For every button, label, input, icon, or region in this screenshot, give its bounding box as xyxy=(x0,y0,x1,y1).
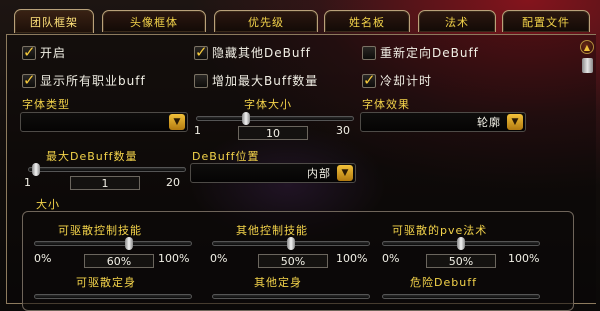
checkbox-box[interactable] xyxy=(194,73,208,88)
font-effect-label: 字体效果 xyxy=(362,98,410,111)
checkbox-box[interactable]: ✓ xyxy=(362,70,376,89)
scrollbar[interactable]: ▲ xyxy=(580,36,596,298)
max-debuff-value[interactable]: 1 xyxy=(70,176,140,190)
dropdown-arrow-icon[interactable]: ▼ xyxy=(337,165,353,181)
font-effect-dropdown[interactable]: 轮廓 ▼ xyxy=(360,112,526,132)
size-slider-other-root[interactable] xyxy=(212,290,370,304)
size-slider-label: 可驱散的pve法术 xyxy=(392,224,488,237)
slider-max: 100% xyxy=(508,252,540,265)
tab-label: 姓名板 xyxy=(349,15,385,29)
checkbox-label: 冷却计时 xyxy=(380,74,433,88)
size-slider-label: 危险Debuff xyxy=(410,276,477,289)
max-debuff-slider[interactable] xyxy=(28,163,186,177)
slider-track xyxy=(382,294,540,299)
checkbox-box[interactable] xyxy=(362,45,376,60)
slider-min: 0% xyxy=(34,252,52,265)
dropdown-value: 轮廓 xyxy=(477,116,501,129)
slider-track xyxy=(28,167,186,172)
slider-value[interactable]: 60% xyxy=(84,254,154,268)
scroll-up-icon[interactable]: ▲ xyxy=(580,40,594,54)
max-debuff-max: 20 xyxy=(166,176,180,189)
slider-track xyxy=(212,294,370,299)
slider-max: 100% xyxy=(336,252,368,265)
dropdown-arrow-icon[interactable]: ▼ xyxy=(507,114,523,130)
size-slider-label: 其他控制技能 xyxy=(236,224,308,237)
size-slider-label: 可驱散定身 xyxy=(76,276,136,289)
checkbox-label: 显示所有职业buff xyxy=(40,74,146,88)
size-slider-label: 可驱散控制技能 xyxy=(58,224,142,237)
font-size-max: 30 xyxy=(336,124,350,137)
checkbox-box[interactable]: ✓ xyxy=(194,42,208,61)
size-slider-dispellable-root[interactable] xyxy=(34,290,192,304)
checkmark-icon: ✓ xyxy=(23,42,36,61)
slider-track xyxy=(34,241,192,246)
tab-label: 配置文件 xyxy=(522,15,570,29)
slider-thumb[interactable] xyxy=(287,237,295,250)
checkbox-label: 开启 xyxy=(40,46,67,60)
slider-thumb[interactable] xyxy=(457,237,465,250)
checkbox-label: 隐藏其他DeBuff xyxy=(212,46,311,60)
checkbox-label: 重新定向DeBuff xyxy=(380,46,479,60)
size-slider-dispellable-cc[interactable] xyxy=(34,237,192,251)
scroll-thumb[interactable] xyxy=(582,58,593,73)
checkbox-enable[interactable]: ✓ 开启 xyxy=(22,42,67,61)
font-size-value[interactable]: 10 xyxy=(238,126,308,140)
slider-min: 0% xyxy=(210,252,228,265)
tab-raid-frames[interactable]: 团队框架 xyxy=(14,9,94,33)
dropdown-value: 内部 xyxy=(307,167,331,180)
size-slider-dispellable-pve[interactable] xyxy=(382,237,540,251)
font-size-label: 字体大小 xyxy=(244,98,292,111)
slider-track xyxy=(196,116,354,121)
checkbox-box[interactable]: ✓ xyxy=(22,42,36,61)
checkbox-label: 增加最大Buff数量 xyxy=(212,74,319,88)
tab-label: 头像框体 xyxy=(130,15,178,29)
slider-value[interactable]: 50% xyxy=(426,254,496,268)
slider-track xyxy=(34,294,192,299)
slider-min: 0% xyxy=(382,252,400,265)
tab-priority[interactable]: 优先级 xyxy=(214,10,318,32)
dropdown-arrow-icon[interactable]: ▼ xyxy=(169,114,185,130)
size-slider-label: 其他定身 xyxy=(254,276,302,289)
max-debuff-label: 最大DeBuff数量 xyxy=(46,150,138,163)
tab-label: 法术 xyxy=(445,15,469,29)
tab-unit-frames[interactable]: 头像框体 xyxy=(102,10,206,32)
slider-thumb[interactable] xyxy=(32,163,40,176)
tab-spells[interactable]: 法术 xyxy=(418,10,496,32)
checkbox-box[interactable]: ✓ xyxy=(22,70,36,89)
size-slider-dangerous-debuff[interactable] xyxy=(382,290,540,304)
tab-bar: 团队框架 头像框体 优先级 姓名板 法术 配置文件 xyxy=(6,9,598,34)
tab-nameplates[interactable]: 姓名板 xyxy=(324,10,410,32)
size-section-label: 大小 xyxy=(36,198,60,211)
slider-thumb[interactable] xyxy=(242,112,250,125)
checkmark-icon: ✓ xyxy=(23,70,36,89)
tab-profiles[interactable]: 配置文件 xyxy=(502,10,590,32)
debuff-position-label: DeBuff位置 xyxy=(192,150,260,163)
size-slider-other-cc[interactable] xyxy=(212,237,370,251)
checkbox-show-all-class-buffs[interactable]: ✓ 显示所有职业buff xyxy=(22,70,146,89)
checkbox-redirect-debuff[interactable]: 重新定向DeBuff xyxy=(362,44,479,61)
slider-thumb[interactable] xyxy=(125,237,133,250)
font-size-min: 1 xyxy=(194,124,201,137)
checkbox-increase-max-buff[interactable]: 增加最大Buff数量 xyxy=(194,72,318,89)
checkbox-hide-other-debuff[interactable]: ✓ 隐藏其他DeBuff xyxy=(194,42,311,61)
checkmark-icon: ✓ xyxy=(195,42,208,61)
font-type-label: 字体类型 xyxy=(22,98,70,111)
debuff-position-dropdown[interactable]: 内部 ▼ xyxy=(190,163,356,183)
checkmark-icon: ✓ xyxy=(363,70,376,89)
max-debuff-min: 1 xyxy=(24,176,31,189)
font-type-dropdown[interactable]: ▼ xyxy=(20,112,188,132)
checkbox-cooldown-timer[interactable]: ✓ 冷却计时 xyxy=(362,70,433,89)
tab-label: 优先级 xyxy=(248,15,284,29)
tab-label: 团队框架 xyxy=(30,15,78,29)
slider-max: 100% xyxy=(158,252,190,265)
font-size-slider[interactable] xyxy=(196,112,354,126)
slider-value[interactable]: 50% xyxy=(258,254,328,268)
